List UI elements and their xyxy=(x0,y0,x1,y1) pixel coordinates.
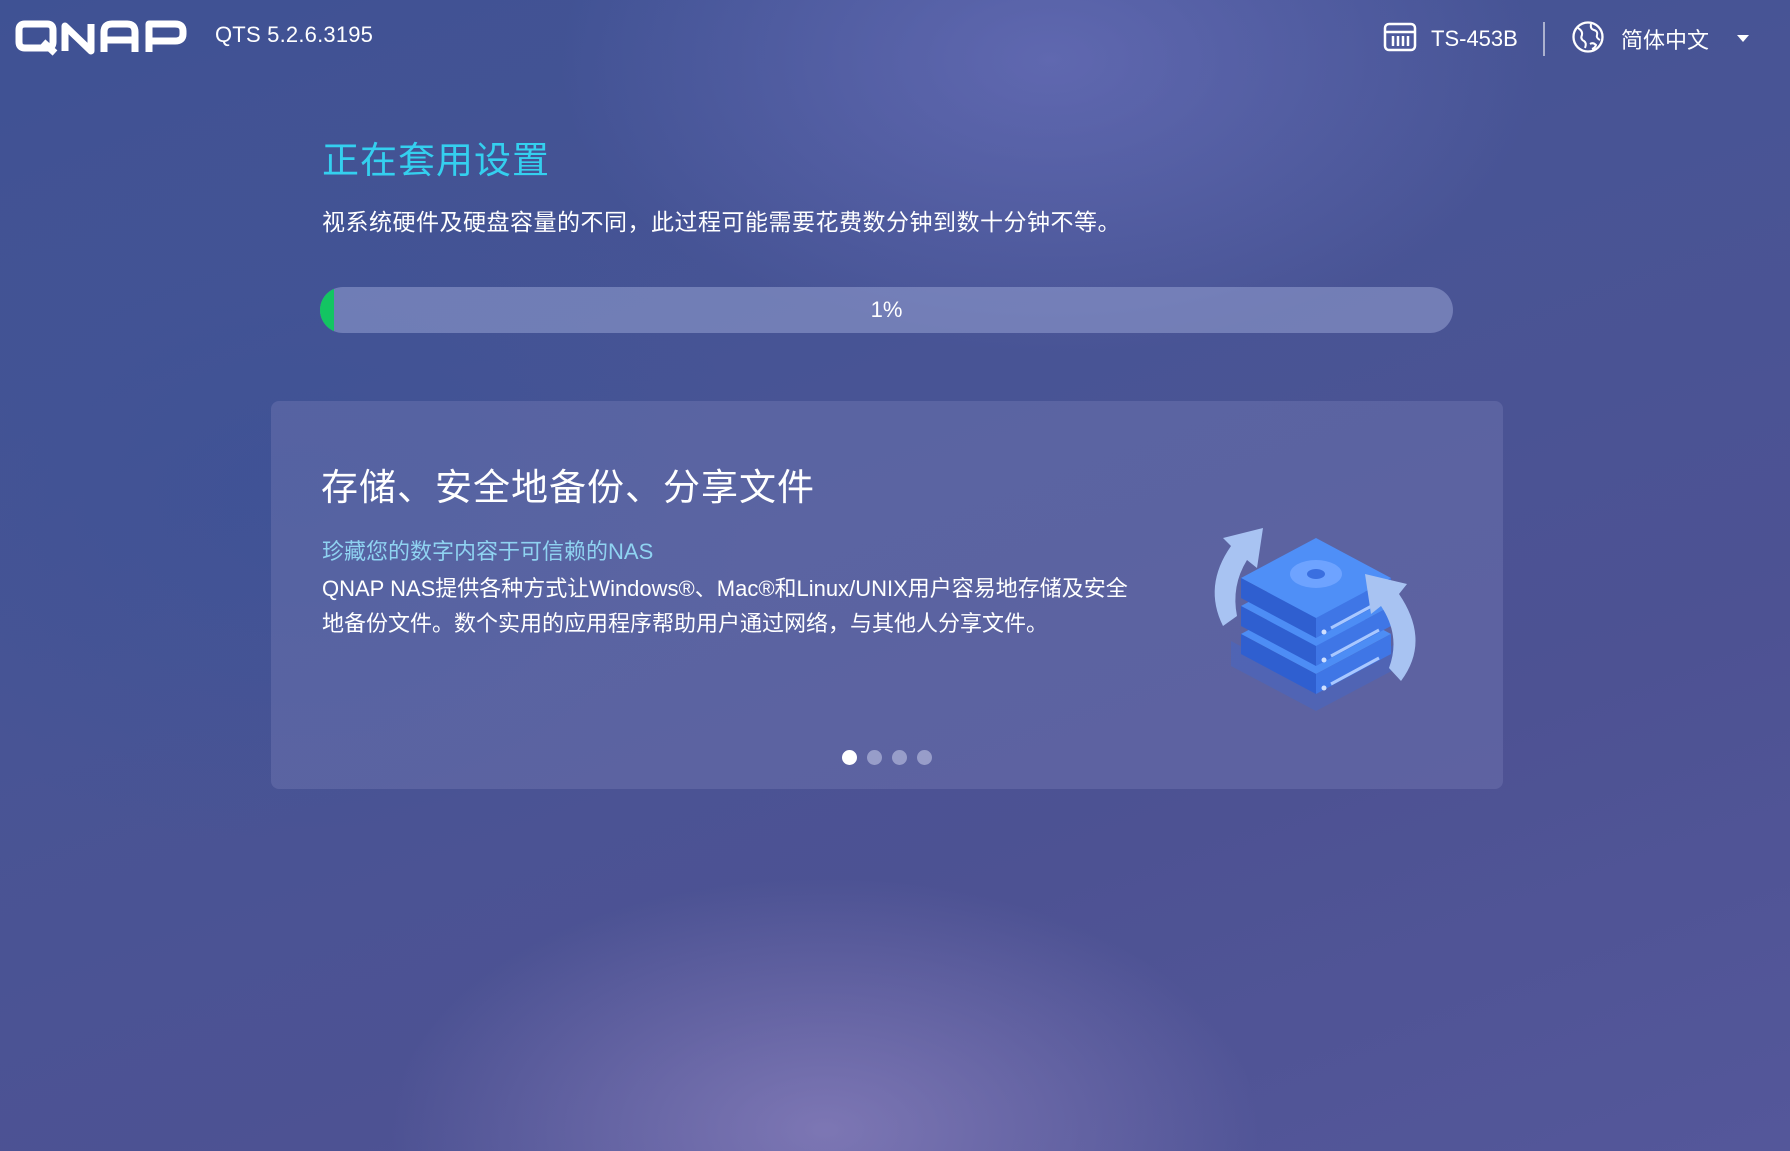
storage-backup-illustration xyxy=(1201,516,1431,736)
carousel-dot[interactable] xyxy=(892,750,907,765)
top-bar: QTS 5.2.6.3195 TS-453B 简体中文 xyxy=(0,0,1790,80)
caret-down-icon[interactable] xyxy=(1737,30,1750,48)
firmware-version: QTS 5.2.6.3195 xyxy=(215,22,374,47)
language-label: 简体中文 xyxy=(1621,28,1710,53)
carousel-subtitle: 珍藏您的数字内容于可信赖的NAS xyxy=(322,539,654,564)
carousel-dot[interactable] xyxy=(917,750,932,765)
header-divider xyxy=(1543,22,1545,56)
page-title: 正在套用设置 xyxy=(322,140,550,181)
device-info: TS-453B xyxy=(1383,20,1518,58)
qnap-logo-mark xyxy=(15,20,187,56)
qnap-logo xyxy=(15,20,195,56)
feature-carousel: 存储、安全地备份、分享文件 珍藏您的数字内容于可信赖的NAS QNAP NAS提… xyxy=(271,401,1503,789)
language-selector[interactable]: 简体中文 xyxy=(1571,20,1750,59)
progress-percent: 1% xyxy=(870,297,903,322)
carousel-dot[interactable] xyxy=(867,750,882,765)
globe-icon xyxy=(1571,20,1605,59)
device-name: TS-453B xyxy=(1431,26,1518,51)
carousel-dot[interactable] xyxy=(842,750,857,765)
status-description: 视系统硬件及硬盘容量的不同，此过程可能需要花费数分钟到数十分钟不等。 xyxy=(322,209,1121,235)
carousel-pagination xyxy=(271,750,1503,765)
nas-device-icon xyxy=(1383,21,1417,58)
progress-bar: 1% xyxy=(320,287,1453,333)
carousel-title: 存储、安全地备份、分享文件 xyxy=(321,467,815,508)
carousel-description: QNAP NAS提供各种方式让Windows®、Mac®和Linux/UNIX用… xyxy=(322,576,1128,636)
